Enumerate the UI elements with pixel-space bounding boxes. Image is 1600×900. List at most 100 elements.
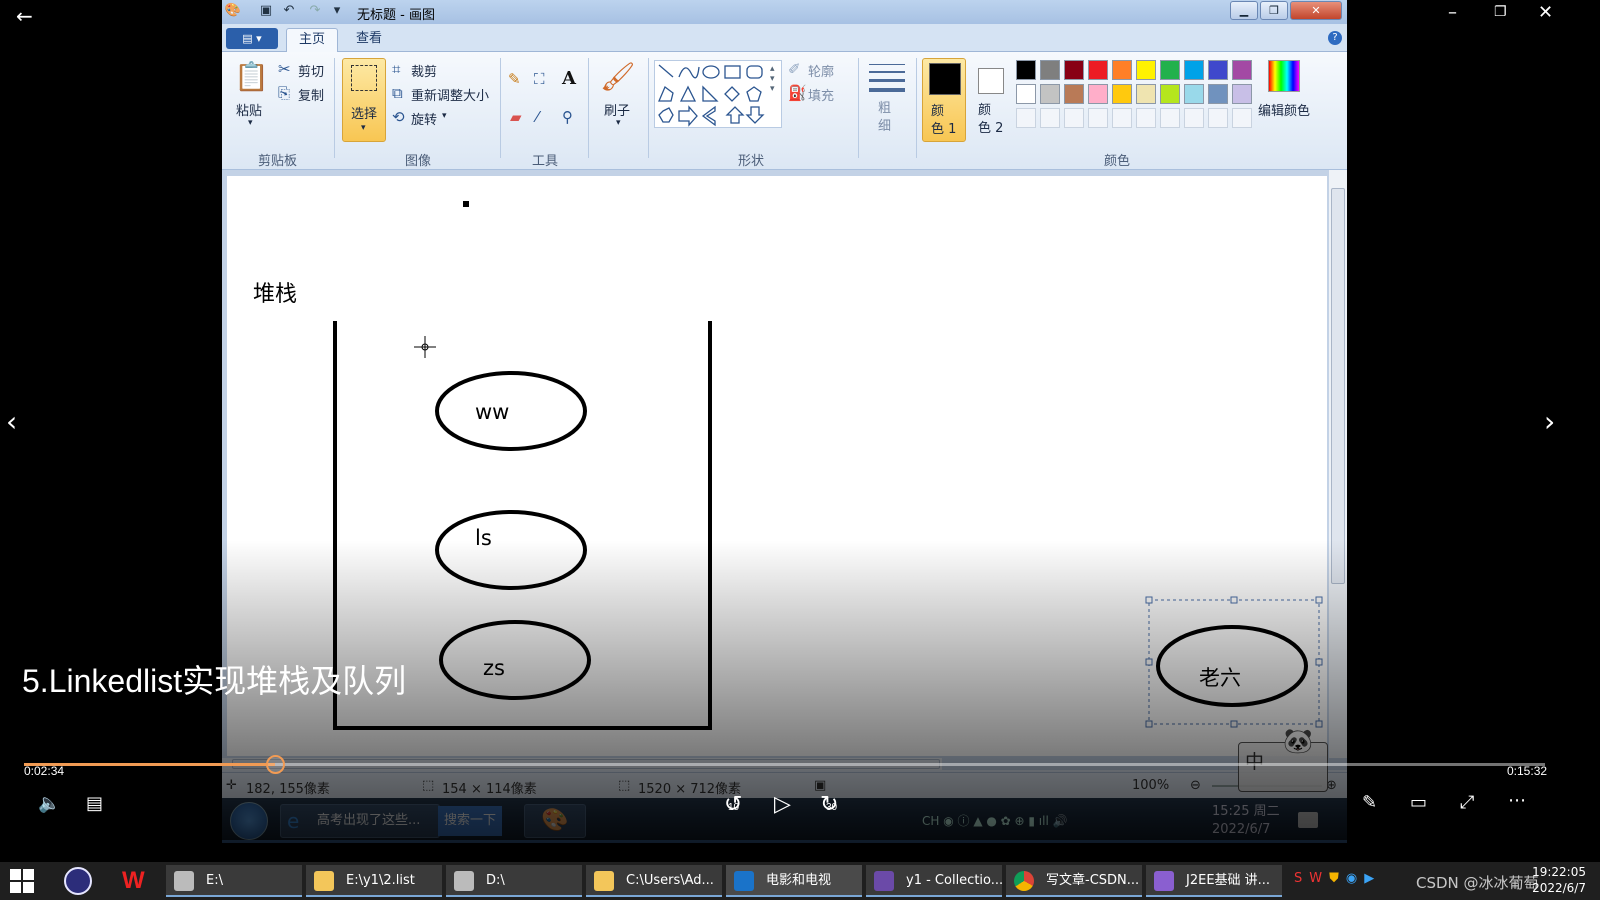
palette-swatch-empty[interactable]: [1040, 108, 1060, 128]
palette-swatch[interactable]: [1184, 84, 1204, 104]
help-icon[interactable]: ?: [1328, 31, 1342, 45]
brush-icon[interactable]: 🖌: [600, 60, 636, 93]
volume-icon[interactable]: 🔈: [38, 793, 60, 814]
paint-close-button[interactable]: ✕: [1290, 1, 1342, 20]
vm-search-button[interactable]: 搜索一下: [438, 806, 502, 836]
play-icon[interactable]: ▷: [774, 792, 791, 817]
palette-swatch-empty[interactable]: [1112, 108, 1132, 128]
crop-button[interactable]: 裁剪: [411, 61, 437, 80]
app-tray-icon[interactable]: W: [1309, 871, 1329, 886]
redo-icon[interactable]: ↷: [306, 3, 324, 21]
wps-icon[interactable]: W: [122, 867, 150, 895]
vm-notification-icon[interactable]: [1298, 812, 1318, 828]
tab-home[interactable]: 主页: [286, 28, 339, 52]
eraser-icon[interactable]: ▰: [510, 108, 522, 126]
palette-swatch[interactable]: [1208, 60, 1228, 80]
color-picker-icon[interactable]: ⁄: [536, 108, 539, 126]
app-tray-icon[interactable]: S: [1294, 871, 1309, 886]
vm-task-browser[interactable]: e 高考出现了这些...: [280, 804, 440, 838]
palette-swatch[interactable]: [1040, 60, 1060, 80]
vm-start-orb[interactable]: [230, 802, 268, 840]
paste-icon[interactable]: 📋: [234, 60, 269, 93]
undo-icon[interactable]: ↶: [280, 3, 298, 21]
color2-button[interactable]: 颜 色 2: [970, 58, 1014, 142]
previous-chevron-icon[interactable]: ‹: [6, 405, 17, 438]
fill-button[interactable]: 填充: [808, 85, 834, 104]
subtitles-icon[interactable]: ▤: [86, 793, 103, 814]
host-task-course[interactable]: J2EE基础 讲...: [1146, 865, 1282, 897]
rotate-dropdown-icon[interactable]: ▾: [442, 111, 447, 121]
tab-view[interactable]: 查看: [344, 28, 394, 52]
palette-swatch[interactable]: [1112, 84, 1132, 104]
save-icon[interactable]: ▣: [257, 3, 275, 21]
miniplayer-icon[interactable]: ▭: [1410, 792, 1427, 813]
pen-icon[interactable]: ✎: [1362, 792, 1377, 813]
restore-icon[interactable]: ❐: [1494, 4, 1507, 20]
palette-swatch[interactable]: [1232, 60, 1252, 80]
palette-swatch[interactable]: [1064, 60, 1084, 80]
progress-bar[interactable]: [24, 755, 1545, 774]
host-task-java-ide[interactable]: y1 - Collectio...: [866, 865, 1002, 897]
host-task-movies-tv[interactable]: 电影和电视: [726, 865, 862, 897]
fullscreen-icon[interactable]: ⤢: [1460, 792, 1474, 813]
select-button[interactable]: 选择 ▾: [342, 58, 386, 142]
paint-minimize-button[interactable]: ▁: [1230, 1, 1258, 20]
size-lines-icon[interactable]: [869, 64, 905, 92]
size-button[interactable]: 粗 细: [878, 100, 891, 136]
vm-task-paint[interactable]: 🎨: [524, 804, 586, 838]
palette-swatch[interactable]: [1088, 60, 1108, 80]
pencil-icon[interactable]: ✎: [508, 70, 521, 88]
paste-dropdown-icon[interactable]: ▾: [248, 118, 253, 128]
palette-swatch-empty[interactable]: [1088, 108, 1108, 128]
palette-swatch[interactable]: [1064, 84, 1084, 104]
palette-swatch[interactable]: [1088, 84, 1108, 104]
palette-swatch[interactable]: [1040, 84, 1060, 104]
brush-button[interactable]: 刷子: [604, 100, 630, 119]
more-options-icon[interactable]: ⋯: [1508, 790, 1526, 811]
shield-icon[interactable]: ⛊: [1329, 871, 1346, 886]
outline-button[interactable]: 轮廓: [808, 61, 834, 80]
eclipse-icon[interactable]: [64, 867, 92, 895]
palette-swatch[interactable]: [1016, 60, 1036, 80]
palette-swatch[interactable]: [1184, 60, 1204, 80]
palette-swatch-empty[interactable]: [1064, 108, 1084, 128]
app-tray-icon[interactable]: ▶: [1364, 871, 1381, 886]
palette-swatch-empty[interactable]: [1016, 108, 1036, 128]
palette-swatch[interactable]: [1208, 84, 1228, 104]
next-chevron-icon[interactable]: ›: [1544, 405, 1555, 438]
rotate-button[interactable]: 旋转: [411, 109, 437, 128]
customize-quick-access-icon[interactable]: ▾: [328, 3, 346, 21]
palette-swatch[interactable]: [1112, 60, 1132, 80]
palette-swatch-empty[interactable]: [1160, 108, 1180, 128]
host-task-folder[interactable]: E:\y1\2.list: [306, 865, 442, 897]
host-task-e-drive[interactable]: E:\: [166, 865, 302, 897]
edit-colors-button[interactable]: 编辑颜色: [1258, 100, 1310, 119]
shapes-gallery[interactable]: [654, 60, 782, 128]
edit-colors-icon[interactable]: [1268, 60, 1300, 92]
color1-button[interactable]: 颜 色 1: [922, 58, 966, 142]
back-arrow-icon[interactable]: ←: [16, 4, 33, 28]
palette-swatch-empty[interactable]: [1232, 108, 1252, 128]
file-menu-button[interactable]: ▤ ▾: [226, 28, 278, 49]
host-task-users-folder[interactable]: C:\Users\Ad...: [586, 865, 722, 897]
cut-button[interactable]: 剪切: [298, 61, 324, 80]
resize-button[interactable]: 重新调整大小: [411, 85, 489, 104]
palette-swatch[interactable]: [1136, 60, 1156, 80]
copy-button[interactable]: 复制: [298, 85, 324, 104]
palette-swatch-empty[interactable]: [1208, 108, 1228, 128]
palette-swatch[interactable]: [1136, 84, 1156, 104]
shapes-scroll-icon[interactable]: ▴ ▾ ▾: [770, 64, 775, 94]
scroll-thumb[interactable]: [1331, 188, 1345, 584]
text-tool-icon[interactable]: A: [562, 68, 576, 89]
ime-indicator[interactable]: 中 🐼: [1238, 727, 1328, 792]
magnifier-icon[interactable]: ⚲: [562, 108, 573, 126]
paint-maximize-button[interactable]: ❐: [1260, 1, 1288, 20]
host-task-chrome[interactable]: 写文章-CSDN...: [1006, 865, 1142, 897]
brush-dropdown-icon[interactable]: ▾: [616, 118, 621, 128]
palette-swatch[interactable]: [1160, 84, 1180, 104]
palette-swatch[interactable]: [1016, 84, 1036, 104]
zoom-out-icon[interactable]: ⊖: [1190, 778, 1201, 793]
app-tray-icon[interactable]: ◉: [1346, 871, 1364, 886]
windows-start-icon[interactable]: [10, 869, 34, 893]
minimize-icon[interactable]: –: [1448, 2, 1457, 23]
